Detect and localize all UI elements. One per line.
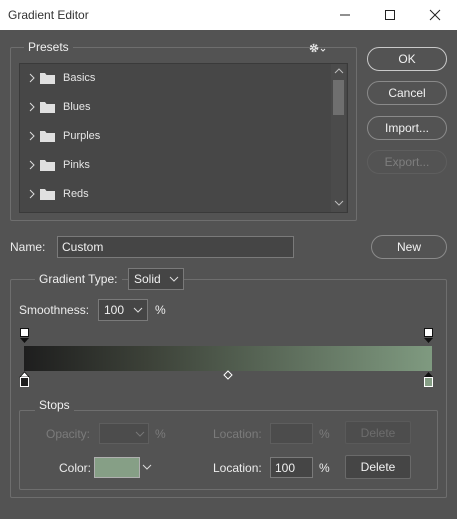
minimize-button[interactable] <box>323 0 367 30</box>
opacity-input[interactable] <box>99 423 149 444</box>
chevron-right-icon[interactable] <box>28 159 36 171</box>
folder-icon <box>40 189 55 200</box>
preset-list[interactable]: Basics Blues Purples Pinks Reds <box>19 63 348 213</box>
midpoint-diamond[interactable] <box>222 370 234 382</box>
color-label: Color: <box>59 461 92 475</box>
preset-folder-label: Reds <box>63 188 89 200</box>
cancel-button[interactable]: Cancel <box>367 81 447 105</box>
preset-folder-purples[interactable]: Purples <box>20 122 333 151</box>
preset-folder-pinks[interactable]: Pinks <box>20 151 333 180</box>
close-button[interactable] <box>413 0 457 30</box>
chevron-right-icon[interactable] <box>28 101 36 113</box>
preset-folder-label: Basics <box>63 72 96 84</box>
opacity-location-unit: % <box>319 427 330 441</box>
minimize-icon <box>340 14 350 16</box>
scroll-down-icon[interactable] <box>334 199 344 207</box>
opacity-location-label: Location: <box>213 427 262 441</box>
preset-folder-label: Purples <box>63 130 101 142</box>
presets-settings-button[interactable] <box>308 41 328 55</box>
gradient-type-value: Solid <box>134 272 161 286</box>
gradient-type-select[interactable]: Solid <box>128 268 184 290</box>
color-delete-button[interactable]: Delete <box>345 455 411 479</box>
close-icon <box>429 9 441 21</box>
window-title: Gradient Editor <box>8 8 89 22</box>
chevron-down-icon <box>169 276 179 282</box>
preset-folder-reds[interactable]: Reds <box>20 180 333 209</box>
gradient-type-label: Gradient Type: <box>35 272 122 286</box>
color-location-input[interactable]: 100 <box>270 457 313 478</box>
opacity-stop-right[interactable] <box>423 327 435 345</box>
color-stop-right[interactable] <box>423 371 435 389</box>
smoothness-unit: % <box>155 303 166 317</box>
chevron-right-icon[interactable] <box>28 72 36 84</box>
preset-folder-label: Pinks <box>63 159 90 171</box>
folder-icon <box>40 102 55 113</box>
scroll-up-icon[interactable] <box>334 67 344 75</box>
maximize-button[interactable] <box>368 0 412 30</box>
opacity-unit: % <box>155 427 166 441</box>
export-button[interactable]: Export... <box>367 150 447 174</box>
opacity-stop-left[interactable] <box>19 327 31 345</box>
stops-label: Stops <box>35 398 74 412</box>
color-location-unit: % <box>319 461 330 475</box>
preset-folder-blues[interactable]: Blues <box>20 93 333 122</box>
gear-icon <box>309 43 326 53</box>
name-input[interactable]: Custom <box>57 236 294 258</box>
new-button[interactable]: New <box>371 235 447 259</box>
chevron-down-icon <box>133 307 143 313</box>
ok-button[interactable]: OK <box>367 47 447 71</box>
opacity-delete-button[interactable]: Delete <box>345 421 411 444</box>
presets-label: Presets <box>24 40 73 54</box>
folder-icon <box>40 160 55 171</box>
smoothness-value: 100 <box>104 303 125 317</box>
smoothness-select[interactable]: 100 <box>98 299 148 321</box>
preset-folder-label: Blues <box>63 101 91 113</box>
chevron-down-icon <box>135 431 145 437</box>
chevron-down-icon[interactable] <box>142 462 152 472</box>
color-location-label: Location: <box>213 461 262 475</box>
opacity-location-input[interactable] <box>270 423 313 444</box>
preset-folder-basics[interactable]: Basics <box>20 64 333 93</box>
color-stop-left[interactable] <box>19 371 31 389</box>
title-bar: Gradient Editor <box>0 0 457 30</box>
folder-icon <box>40 131 55 142</box>
chevron-right-icon[interactable] <box>28 188 36 200</box>
color-swatch[interactable] <box>94 457 140 478</box>
smoothness-label: Smoothness: <box>19 303 90 317</box>
maximize-icon <box>385 10 395 20</box>
chevron-right-icon[interactable] <box>28 130 36 142</box>
gradient-preview-bar[interactable] <box>24 346 432 371</box>
scrollbar-thumb[interactable] <box>333 80 344 115</box>
opacity-label: Opacity: <box>46 427 91 441</box>
import-button[interactable]: Import... <box>367 116 447 140</box>
folder-icon <box>40 73 55 84</box>
name-label: Name: <box>10 240 46 254</box>
